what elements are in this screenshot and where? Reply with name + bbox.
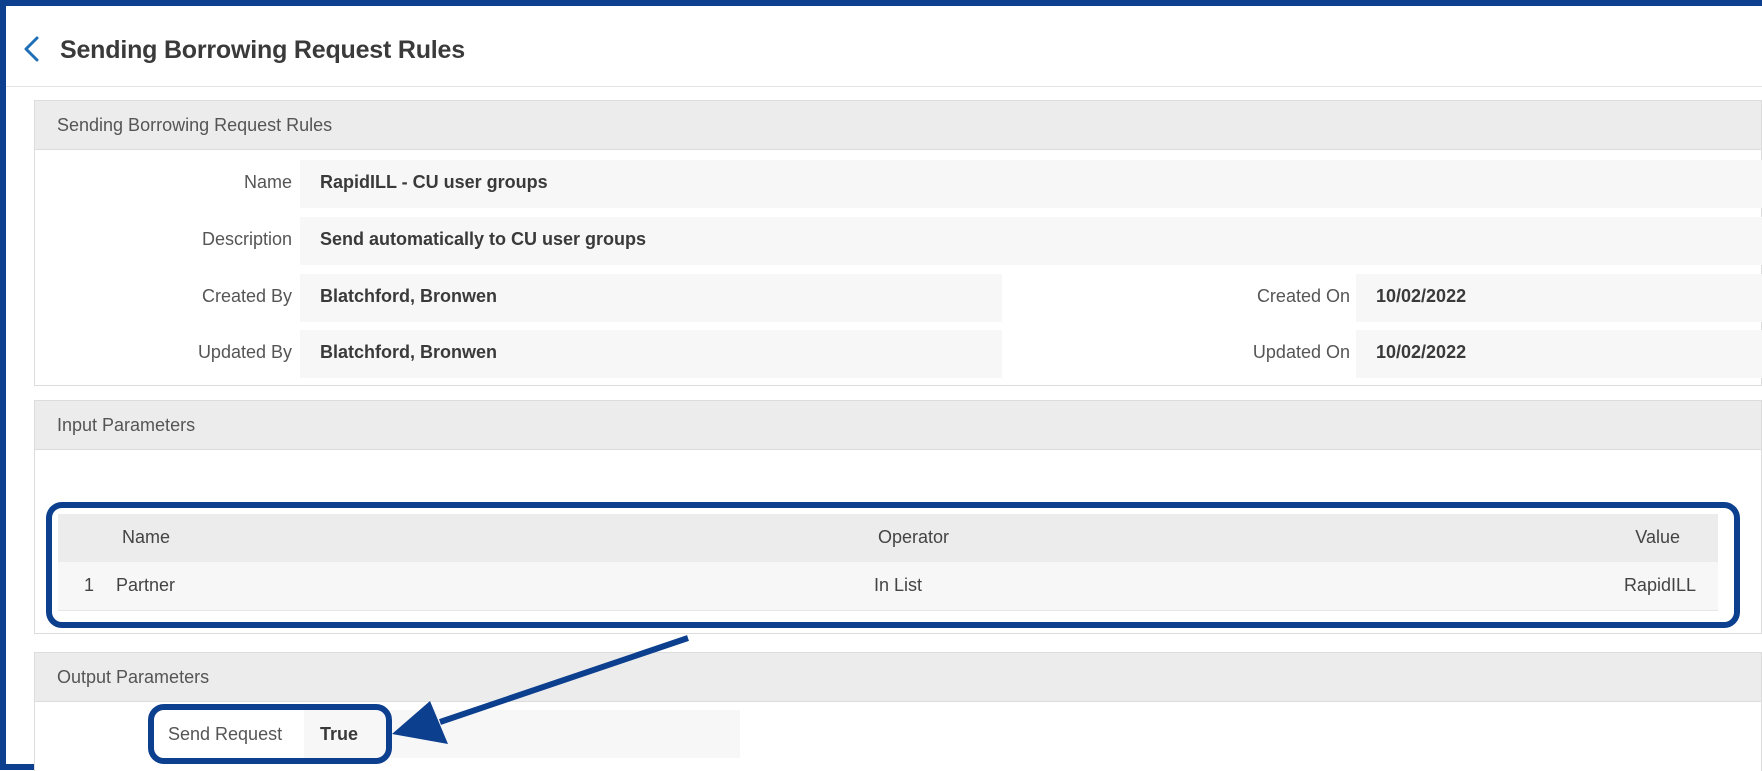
- description-value: Send automatically to CU user groups: [320, 229, 647, 249]
- created-by-value: Blatchford, Bronwen: [320, 286, 498, 306]
- updated-on-value: 10/02/2022: [1376, 342, 1467, 362]
- created-on-value: 10/02/2022: [1376, 286, 1467, 306]
- name-value: RapidILL - CU user groups: [320, 172, 548, 192]
- page-title: Sending Borrowing Request Rules: [60, 36, 465, 64]
- updated-on-label: Updated On: [1252, 342, 1350, 362]
- send-request-highlight: [148, 704, 392, 764]
- section-header: Input Parameters: [35, 401, 1761, 450]
- created-by-label: Created By: [201, 286, 292, 306]
- chevron-left-icon[interactable]: [20, 34, 44, 64]
- section-header: Sending Borrowing Request Rules: [35, 101, 1761, 150]
- updated-by-label: Updated By: [197, 342, 292, 362]
- section-header: Output Parameters: [35, 653, 1761, 702]
- updated-by-value: Blatchford, Bronwen: [320, 342, 498, 362]
- name-label: Name: [243, 172, 292, 192]
- input-table-highlight: [46, 502, 1740, 628]
- description-label: Description: [201, 229, 292, 249]
- created-on-label: Created On: [1256, 286, 1350, 306]
- page-header: Sending Borrowing Request Rules: [6, 6, 1762, 87]
